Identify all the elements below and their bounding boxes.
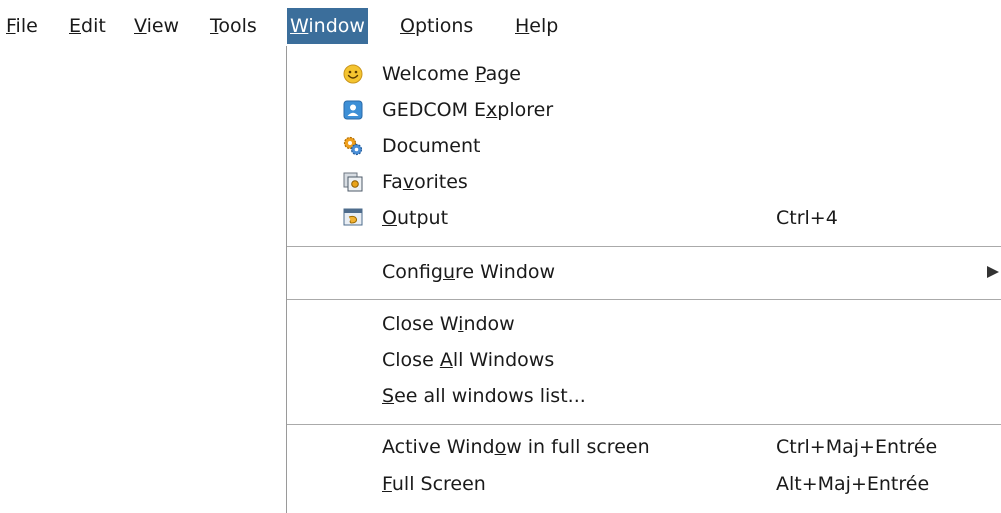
smiley-icon [343,64,363,84]
menu-item-label: Document [382,135,481,157]
menu-separator [287,299,1001,300]
menu-separator [287,424,1001,425]
menu-file[interactable]: File [3,8,41,44]
output-console-icon [343,208,363,228]
shortcut-label: Ctrl+Maj+Entrée [776,436,938,458]
menu-item-label: Configure Window [382,261,556,283]
menu-item-welcome-page[interactable]: Welcome Page [287,56,1001,92]
menu-bar: File Edit View Tools Window Options Help [0,0,1001,46]
menu-item-label: Output [382,207,449,229]
window-menu-dropdown: Welcome Page GEDCOM Explorer Document Fa… [286,46,1001,513]
favorites-icon [343,172,363,192]
menu-item-label: See all windows list... [382,385,586,407]
menu-edit[interactable]: Edit [66,8,109,44]
menu-options[interactable]: Options [397,8,476,44]
menu-item-label: Full Screen [382,473,486,495]
person-card-icon [343,100,363,120]
gears-icon [343,136,363,156]
menu-item-favorites[interactable]: Favorites [287,164,1001,200]
menu-item-close-window[interactable]: Close Window [287,306,1001,342]
menu-item-gedcom-explorer[interactable]: GEDCOM Explorer [287,92,1001,128]
menu-item-label: Favorites [382,171,468,193]
menu-item-label: GEDCOM Explorer [382,99,554,121]
menu-item-close-all-windows[interactable]: Close All Windows [287,342,1001,378]
menu-item-configure-window[interactable]: Configure Window [287,254,1001,290]
menu-item-label: Close All Windows [382,349,555,371]
menu-item-label: Welcome Page [382,63,521,85]
menu-item-see-all-windows-list[interactable]: See all windows list... [287,378,1001,414]
menu-view[interactable]: View [131,8,182,44]
menu-tools[interactable]: Tools [207,8,260,44]
shortcut-label: Alt+Maj+Entrée [776,473,930,495]
menu-item-output[interactable]: Output Ctrl+4 [287,200,1001,236]
menu-item-label: Close Window [382,313,515,335]
menu-separator [287,246,1001,247]
menu-window[interactable]: Window [287,8,368,44]
menu-item-active-window-full-screen[interactable]: Active Window in full screen Ctrl+Maj+En… [287,429,1001,465]
submenu-arrow-icon [987,266,999,278]
menu-help[interactable]: Help [512,8,561,44]
menu-item-label: Active Window in full screen [382,436,650,458]
menu-item-full-screen[interactable]: Full Screen Alt+Maj+Entrée [287,466,1001,502]
shortcut-label: Ctrl+4 [776,207,838,229]
menu-item-document[interactable]: Document [287,128,1001,164]
